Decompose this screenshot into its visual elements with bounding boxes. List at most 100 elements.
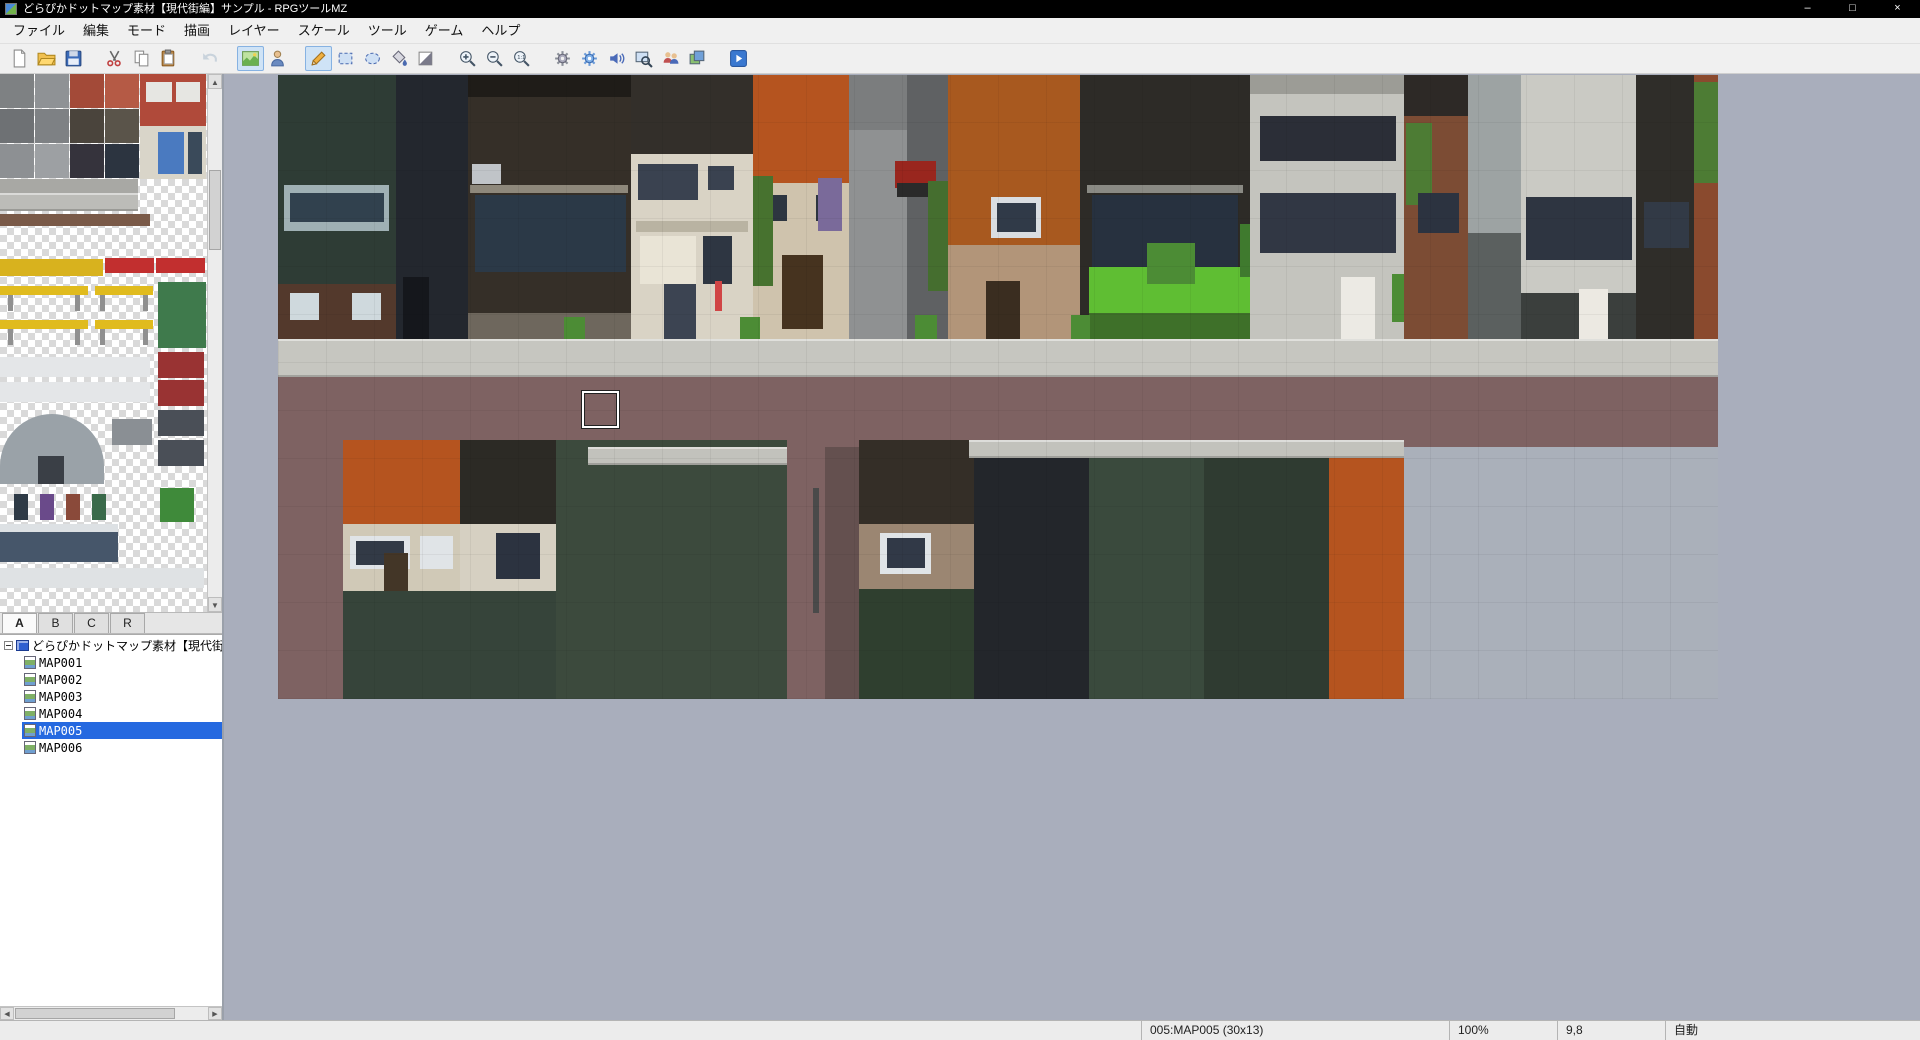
palette-tile[interactable] <box>0 532 118 562</box>
open-project-button[interactable] <box>33 46 60 71</box>
palette-tile[interactable] <box>158 282 206 348</box>
zoom-actual-button[interactable]: 1:1 <box>508 46 535 71</box>
resource-manager-button[interactable] <box>684 46 711 71</box>
palette-tile[interactable] <box>156 258 205 273</box>
undo-button[interactable] <box>196 46 223 71</box>
tree-collapse-icon[interactable] <box>4 641 13 650</box>
tree-item-map004[interactable]: MAP004 <box>0 705 222 722</box>
tree-root[interactable]: どらぴかドットマップ素材【現代街編 <box>0 637 222 654</box>
menu-game[interactable]: ゲーム <box>416 18 473 43</box>
event-searcher-button[interactable] <box>630 46 657 71</box>
palette-tile[interactable] <box>158 352 204 378</box>
scroll-left-icon[interactable]: ◀ <box>0 1007 14 1020</box>
tileset-tab-r[interactable]: R <box>110 613 145 633</box>
character-generator-button[interactable] <box>657 46 684 71</box>
menu-tools[interactable]: ツール <box>359 18 416 43</box>
menu-draw[interactable]: 描画 <box>175 18 219 43</box>
palette-tile[interactable] <box>0 286 88 295</box>
playtest-button[interactable] <box>725 46 752 71</box>
palette-tile[interactable] <box>14 494 28 520</box>
palette-tile[interactable] <box>105 144 139 178</box>
palette-tile[interactable] <box>0 179 138 193</box>
palette-tile[interactable] <box>92 494 106 520</box>
tileset-tab-b[interactable]: B <box>38 613 73 633</box>
palette-tile[interactable] <box>105 74 139 108</box>
palette-tile[interactable] <box>95 286 153 295</box>
menu-scale[interactable]: スケール <box>289 18 359 43</box>
menu-mode[interactable]: モード <box>118 18 175 43</box>
palette-tile[interactable] <box>0 74 34 108</box>
scroll-up-icon[interactable]: ▲ <box>208 74 222 89</box>
palette-scrollbar-thumb[interactable] <box>209 170 221 250</box>
paste-button[interactable] <box>155 46 182 71</box>
palette-tile[interactable] <box>40 494 54 520</box>
palette-tile[interactable] <box>105 258 154 273</box>
zoom-out-button[interactable] <box>481 46 508 71</box>
tree-hscrollbar-thumb[interactable] <box>15 1008 175 1019</box>
palette-tile[interactable] <box>35 74 69 108</box>
palette-tile[interactable] <box>0 193 138 211</box>
cut-button[interactable] <box>101 46 128 71</box>
palette-tile[interactable] <box>188 132 202 174</box>
map-mode-button[interactable] <box>237 46 264 71</box>
sound-test-button[interactable] <box>603 46 630 71</box>
fill-tool-button[interactable] <box>386 46 413 71</box>
tileset-tab-c[interactable]: C <box>74 613 109 633</box>
palette-tile[interactable] <box>75 295 80 311</box>
palette-tile[interactable] <box>66 494 80 520</box>
palette-tile[interactable] <box>176 82 200 102</box>
palette-tile[interactable] <box>112 419 152 445</box>
palette-tile[interactable] <box>70 144 104 178</box>
palette-tile[interactable] <box>158 132 184 174</box>
palette-tile[interactable] <box>0 214 150 226</box>
palette-tile[interactable] <box>8 295 13 311</box>
tileset-tab-a[interactable]: A <box>2 613 37 633</box>
database-button[interactable] <box>549 46 576 71</box>
palette-tile[interactable] <box>70 74 104 108</box>
palette-tile[interactable] <box>35 109 69 143</box>
scroll-down-icon[interactable]: ▼ <box>208 597 222 612</box>
menu-help[interactable]: ヘルプ <box>472 18 529 43</box>
palette-tile[interactable] <box>100 329 105 345</box>
palette-tile[interactable] <box>0 144 34 178</box>
tileset-palette[interactable]: ▲ ▼ <box>0 74 222 612</box>
menu-file[interactable]: ファイル <box>4 18 74 43</box>
palette-tile[interactable] <box>70 109 104 143</box>
palette-tile[interactable] <box>146 82 172 102</box>
menu-layer[interactable]: レイヤー <box>219 18 289 43</box>
palette-tile[interactable] <box>0 109 34 143</box>
palette-tile[interactable] <box>100 295 105 311</box>
minimize-button[interactable]: – <box>1785 0 1830 18</box>
tree-item-map003[interactable]: MAP003 <box>0 688 222 705</box>
palette-tile[interactable] <box>0 568 204 588</box>
ellipse-tool-button[interactable] <box>359 46 386 71</box>
palette-tile[interactable] <box>158 380 204 406</box>
tree-hscrollbar[interactable]: ◀ ▶ <box>0 1006 222 1020</box>
palette-tile[interactable] <box>160 488 194 522</box>
palette-tile[interactable] <box>0 524 118 532</box>
palette-scrollbar[interactable]: ▲ ▼ <box>207 74 222 612</box>
copy-button[interactable] <box>128 46 155 71</box>
shadow-pen-tool-button[interactable] <box>413 46 440 71</box>
plugin-manager-button[interactable] <box>576 46 603 71</box>
tree-item-map006[interactable]: MAP006 <box>0 739 222 756</box>
palette-tile[interactable] <box>158 410 204 436</box>
palette-tile[interactable] <box>0 259 103 276</box>
palette-tile[interactable] <box>0 382 150 402</box>
map-canvas-area[interactable] <box>224 74 1920 1020</box>
palette-tile[interactable] <box>143 329 148 345</box>
palette-tile[interactable] <box>143 295 148 311</box>
palette-tile[interactable] <box>0 357 150 377</box>
menu-edit[interactable]: 編集 <box>74 18 118 43</box>
palette-tile[interactable] <box>0 320 88 329</box>
palette-tile[interactable] <box>95 320 153 329</box>
palette-tile[interactable] <box>158 440 204 466</box>
tree-item-map002[interactable]: MAP002 <box>0 671 222 688</box>
palette-tile[interactable] <box>75 329 80 345</box>
maximize-button[interactable]: □ <box>1830 0 1875 18</box>
save-project-button[interactable] <box>60 46 87 71</box>
palette-tile[interactable] <box>35 144 69 178</box>
tree-item-map005[interactable]: MAP005 <box>0 722 222 739</box>
map-view[interactable] <box>278 75 1718 699</box>
zoom-in-button[interactable] <box>454 46 481 71</box>
